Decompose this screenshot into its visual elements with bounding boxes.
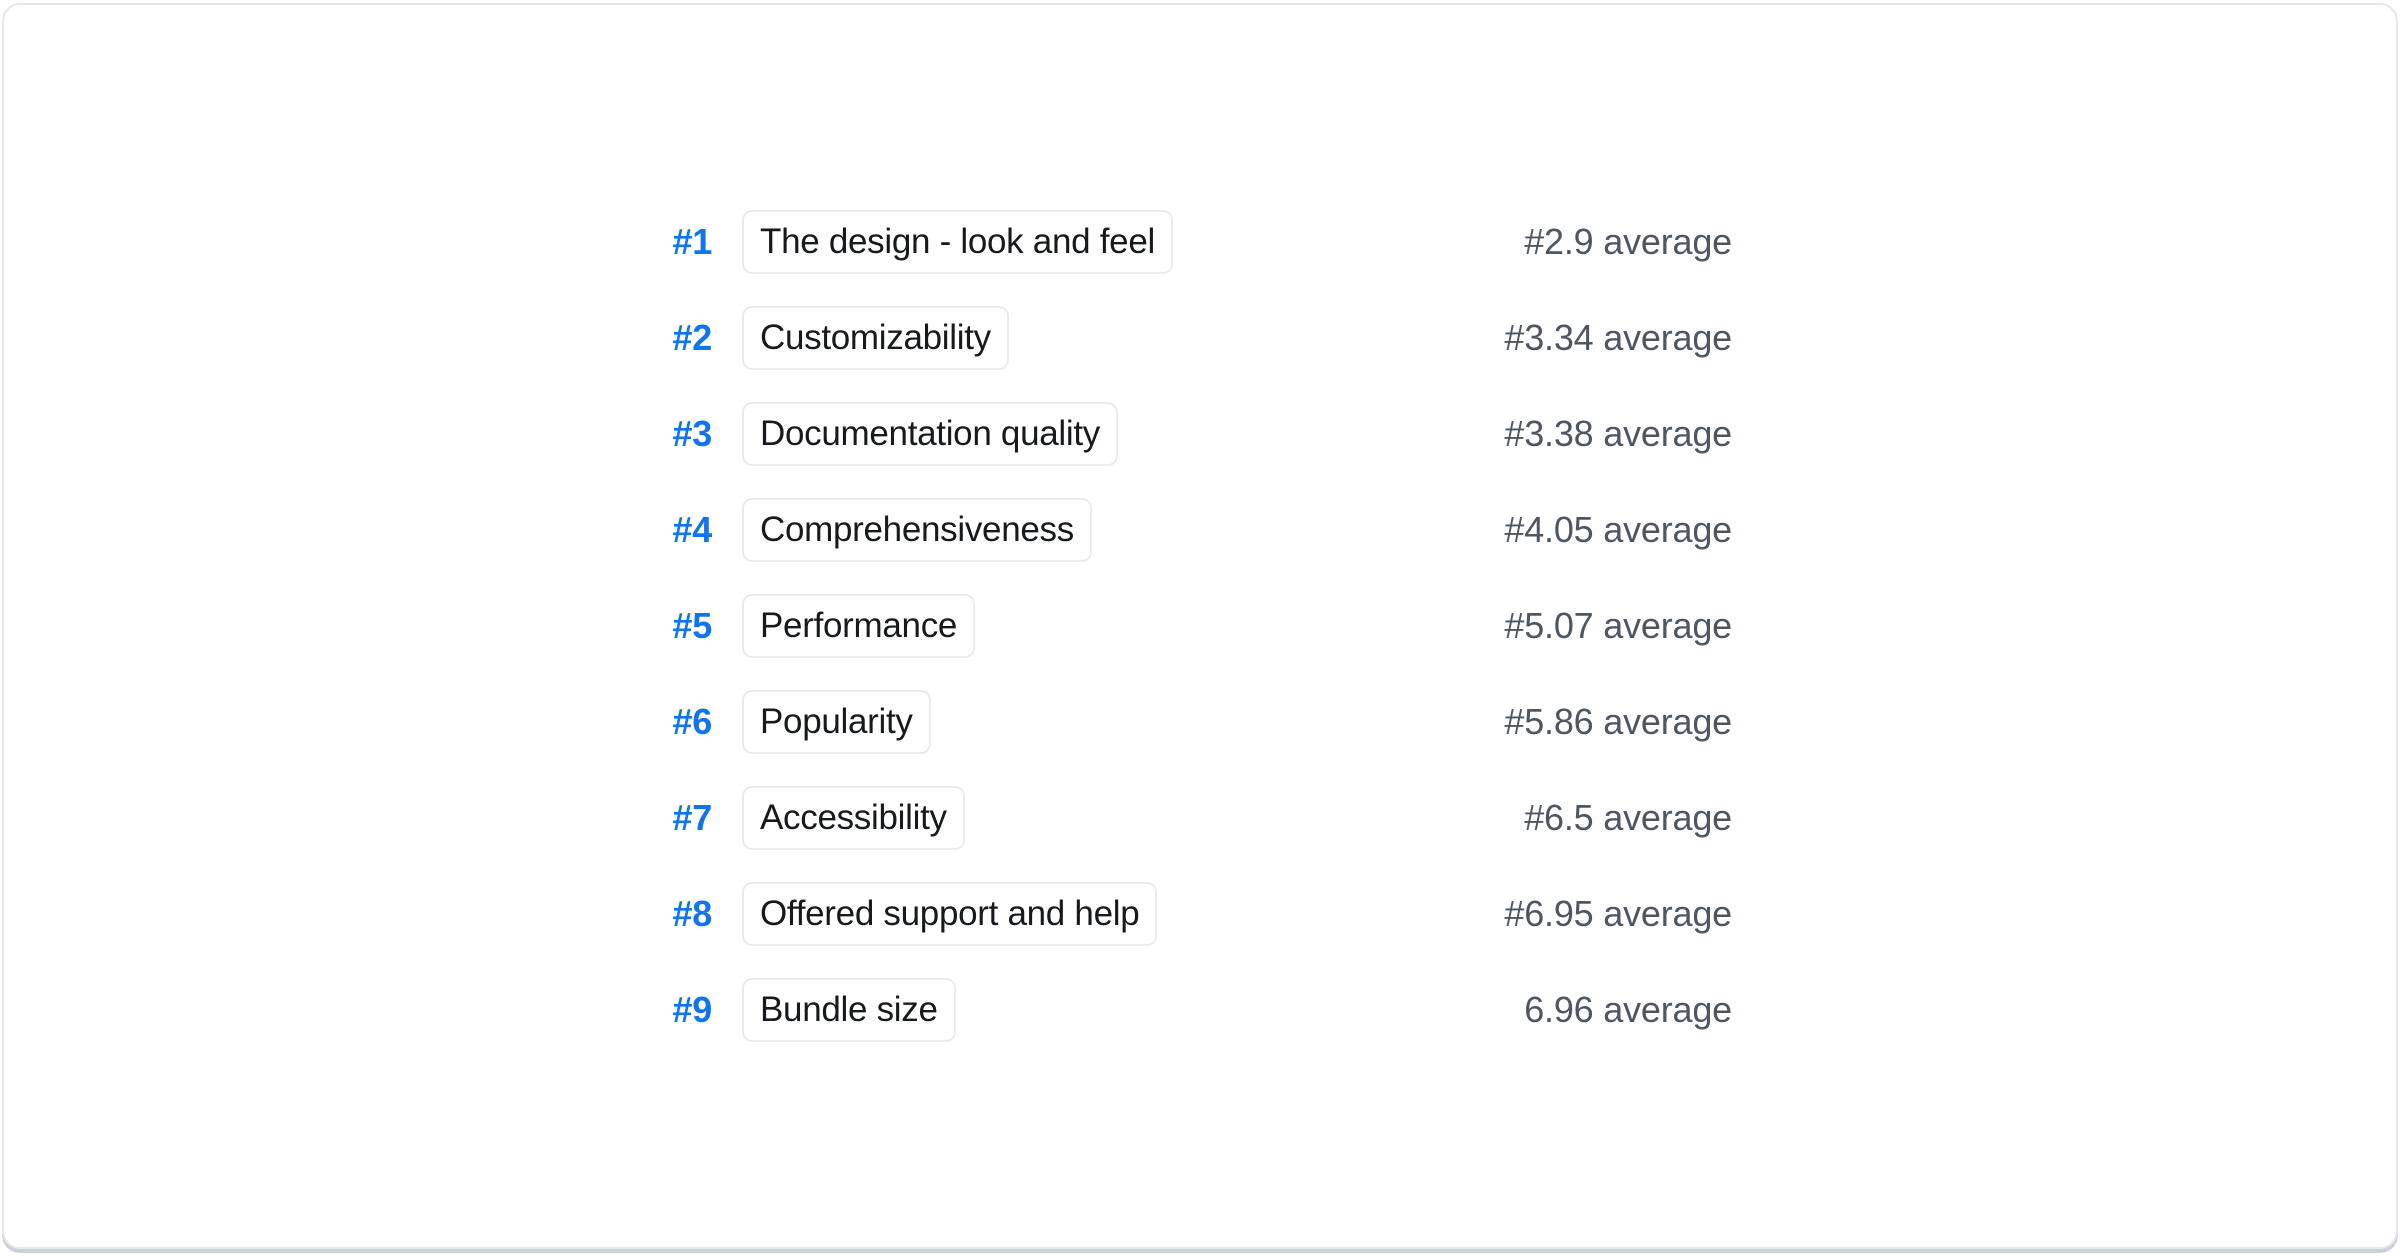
ranking-item-chip[interactable]: Bundle size <box>742 978 956 1042</box>
average-score: #4.05 average <box>1504 509 1732 551</box>
ranking-list: #1 The design - look and feel #2.9 avera… <box>668 210 1732 1042</box>
ranking-row: #5 Performance #5.07 average <box>668 594 1732 658</box>
average-score: #2.9 average <box>1524 221 1732 263</box>
rank-label: #3 <box>668 413 712 455</box>
ranking-row: #7 Accessibility #6.5 average <box>668 786 1732 850</box>
ranking-row: #1 The design - look and feel #2.9 avera… <box>668 210 1732 274</box>
ranking-item-chip[interactable]: Popularity <box>742 690 931 754</box>
ranking-row: #8 Offered support and help #6.95 averag… <box>668 882 1732 946</box>
results-card: #1 The design - look and feel #2.9 avera… <box>2 3 2398 1249</box>
ranking-row: #9 Bundle size 6.96 average <box>668 978 1732 1042</box>
ranking-row: #2 Customizability #3.34 average <box>668 306 1732 370</box>
ranking-item-chip[interactable]: Customizability <box>742 306 1009 370</box>
ranking-item-chip[interactable]: Performance <box>742 594 975 658</box>
rank-label: #5 <box>668 605 712 647</box>
ranking-row: #3 Documentation quality #3.38 average <box>668 402 1732 466</box>
average-score: #5.07 average <box>1504 605 1732 647</box>
ranking-item-chip[interactable]: The design - look and feel <box>742 210 1173 274</box>
ranking-row: #6 Popularity #5.86 average <box>668 690 1732 754</box>
average-score: #3.38 average <box>1504 413 1732 455</box>
rank-label: #6 <box>668 701 712 743</box>
rank-label: #1 <box>668 221 712 263</box>
average-score: 6.96 average <box>1524 989 1732 1031</box>
rank-label: #8 <box>668 893 712 935</box>
ranking-item-chip[interactable]: Documentation quality <box>742 402 1118 466</box>
ranking-item-chip[interactable]: Accessibility <box>742 786 965 850</box>
average-score: #3.34 average <box>1504 317 1732 359</box>
average-score: #5.86 average <box>1504 701 1732 743</box>
average-score: #6.5 average <box>1524 797 1732 839</box>
rank-label: #4 <box>668 509 712 551</box>
rank-label: #7 <box>668 797 712 839</box>
ranking-item-chip[interactable]: Offered support and help <box>742 882 1157 946</box>
ranking-item-chip[interactable]: Comprehensiveness <box>742 498 1092 562</box>
average-score: #6.95 average <box>1504 893 1732 935</box>
rank-label: #9 <box>668 989 712 1031</box>
ranking-row: #4 Comprehensiveness #4.05 average <box>668 498 1732 562</box>
rank-label: #2 <box>668 317 712 359</box>
